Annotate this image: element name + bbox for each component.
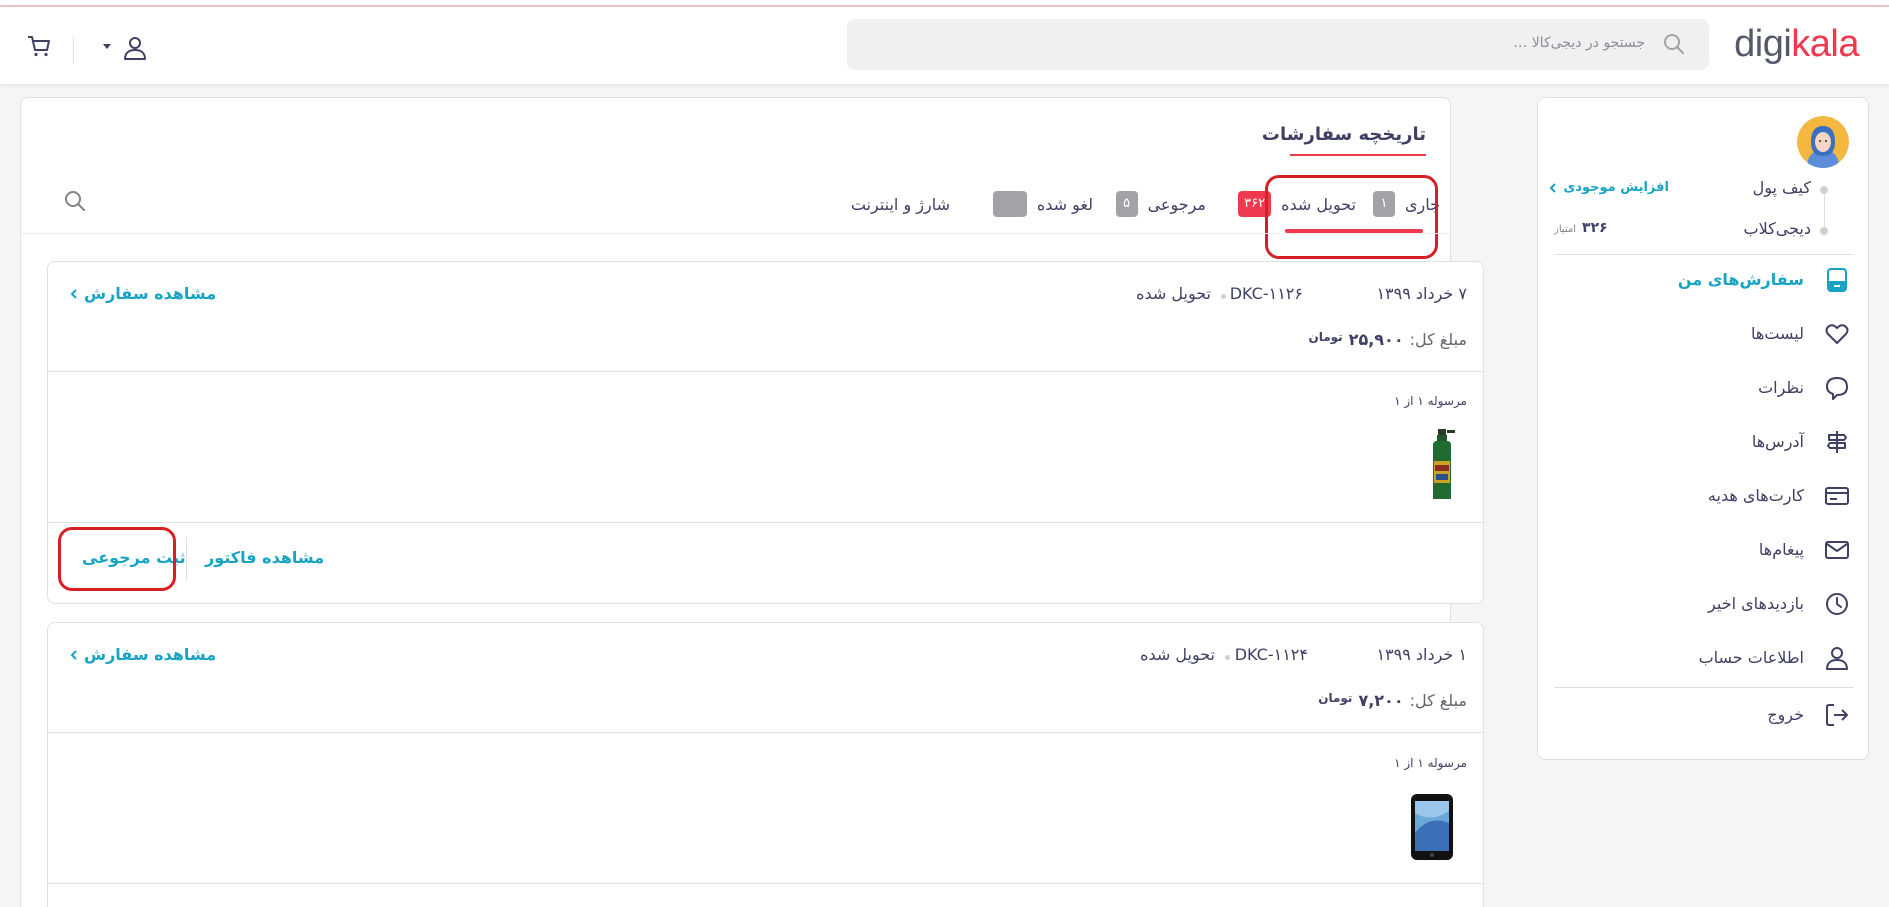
view-order-link[interactable]: مشاهده سفارش — [70, 284, 216, 303]
view-invoice-button[interactable]: مشاهده فاکتور — [205, 548, 324, 567]
tab-cancelled[interactable]: لغو شده — [992, 190, 1093, 218]
product-image-bottle[interactable] — [1423, 427, 1467, 503]
sidebar-item-comments[interactable]: نظرات — [1536, 368, 1868, 408]
product-image-phone[interactable] — [1409, 793, 1455, 861]
sidebar-item-logout[interactable]: خروج — [1536, 695, 1868, 735]
tab-badge: ۵ — [1115, 191, 1138, 217]
chevron-left-icon — [70, 649, 78, 660]
heart-icon — [1824, 321, 1850, 347]
divider — [48, 732, 1483, 733]
tabs-divider — [21, 233, 1450, 234]
order-card: ۷ خرداد ۱۳۹۹ DKC-۱۱۲۶ تحویل شده مبلغ کل:… — [47, 261, 1484, 604]
separator-dot — [1221, 294, 1226, 299]
divider — [48, 522, 1483, 523]
envelope-icon — [1824, 537, 1850, 563]
avatar[interactable] — [1797, 116, 1849, 168]
sidebar-item-account-info[interactable]: اطلاعات حساب — [1536, 638, 1868, 678]
bullet — [1820, 186, 1828, 194]
profile-line — [1824, 190, 1825, 232]
sidebar-item-addresses[interactable]: آدرس‌ها — [1536, 422, 1868, 462]
caret-down-icon[interactable] — [103, 44, 111, 49]
gift-card-icon — [1824, 483, 1850, 509]
order-code: DKC-۱۱۲۶ — [1229, 284, 1303, 303]
top-accent-line — [0, 0, 1889, 7]
highlight-delivered-tab — [1265, 175, 1438, 259]
tab-label: لغو شده — [1036, 194, 1093, 214]
tab-label: مرجوعی — [1147, 194, 1206, 214]
page-title: تاریخچه سفارشات — [1261, 124, 1426, 145]
wallet-label: کیف پول — [1752, 178, 1811, 197]
order-status: تحویل شده — [1140, 645, 1215, 664]
chevron-left-icon — [70, 288, 78, 299]
button-divider — [186, 537, 187, 581]
tab-label: شارژ و اینترنت — [850, 194, 950, 214]
sidebar-item-recent-visits[interactable]: بازدیدهای اخیر — [1536, 584, 1868, 624]
user-icon[interactable] — [122, 35, 148, 61]
site-header: digikala جستجو در دیجی‌کالا … — [0, 7, 1889, 84]
order-total: مبلغ کل: ۷,۲۰۰ تومان — [1318, 691, 1467, 710]
bullet — [1820, 227, 1828, 235]
header-divider — [73, 37, 74, 63]
increase-balance-link[interactable]: افزایش موجودی — [1550, 180, 1669, 195]
sidebar-item-messages[interactable]: پیغام‌ها — [1536, 530, 1868, 570]
sidebar-item-gift-cards[interactable]: کارت‌های هدیه — [1536, 476, 1868, 516]
clock-icon — [1824, 591, 1850, 617]
title-underline — [1290, 154, 1426, 156]
tab-returned[interactable]: مرجوعی ۵ — [1115, 190, 1206, 218]
sidebar-item-orders[interactable]: سفارش‌های من — [1536, 260, 1868, 300]
search-icon[interactable] — [1663, 33, 1685, 55]
order-status: تحویل شده — [1136, 284, 1211, 303]
divider — [48, 883, 1483, 884]
divider — [1554, 687, 1854, 688]
user-icon — [1824, 645, 1850, 671]
order-card: ۱ خرداد ۱۳۹۹ DKC-۱۱۲۴ تحویل شده مبلغ کل:… — [47, 622, 1484, 907]
order-date: ۱ خرداد ۱۳۹۹ — [1376, 645, 1467, 664]
orders-icon — [1824, 267, 1850, 293]
view-order-link[interactable]: مشاهده سفارش — [70, 645, 216, 664]
search-icon[interactable] — [63, 189, 87, 213]
cart-icon[interactable] — [26, 33, 52, 59]
comment-icon — [1824, 375, 1850, 401]
tab-charge-internet[interactable]: شارژ و اینترنت — [851, 190, 950, 218]
search-input[interactable]: جستجو در دیجی‌کالا … — [1513, 35, 1645, 51]
sidebar-item-lists[interactable]: لیست‌ها — [1536, 314, 1868, 354]
order-total: مبلغ کل: ۲۵,۹۰۰ تومان — [1308, 330, 1467, 349]
separator-dot — [1225, 655, 1230, 660]
divider — [1554, 254, 1854, 255]
tab-badge — [992, 191, 1027, 217]
order-code: DKC-۱۱۲۴ — [1234, 645, 1308, 664]
logout-icon — [1824, 702, 1850, 728]
signpost-icon — [1824, 429, 1850, 455]
digiclub-score: ۳۲۶ امتیاز — [1554, 220, 1608, 236]
package-label: مرسوله ۱ از ۱ — [1394, 394, 1467, 408]
digiclub-label[interactable]: دیجی‌کلاب — [1744, 219, 1811, 238]
order-date: ۷ خرداد ۱۳۹۹ — [1376, 284, 1467, 303]
digikala-logo[interactable]: digikala — [1734, 23, 1859, 66]
package-label: مرسوله ۱ از ۱ — [1394, 756, 1467, 770]
highlight-return-button — [58, 527, 176, 591]
account-sidebar: کیف پول افزایش موجودی دیجی‌کلاب ۳۲۶ امتی… — [1537, 97, 1869, 760]
divider — [48, 371, 1483, 372]
search-bar[interactable]: جستجو در دیجی‌کالا … — [847, 19, 1709, 70]
chevron-left-icon — [1550, 182, 1557, 193]
